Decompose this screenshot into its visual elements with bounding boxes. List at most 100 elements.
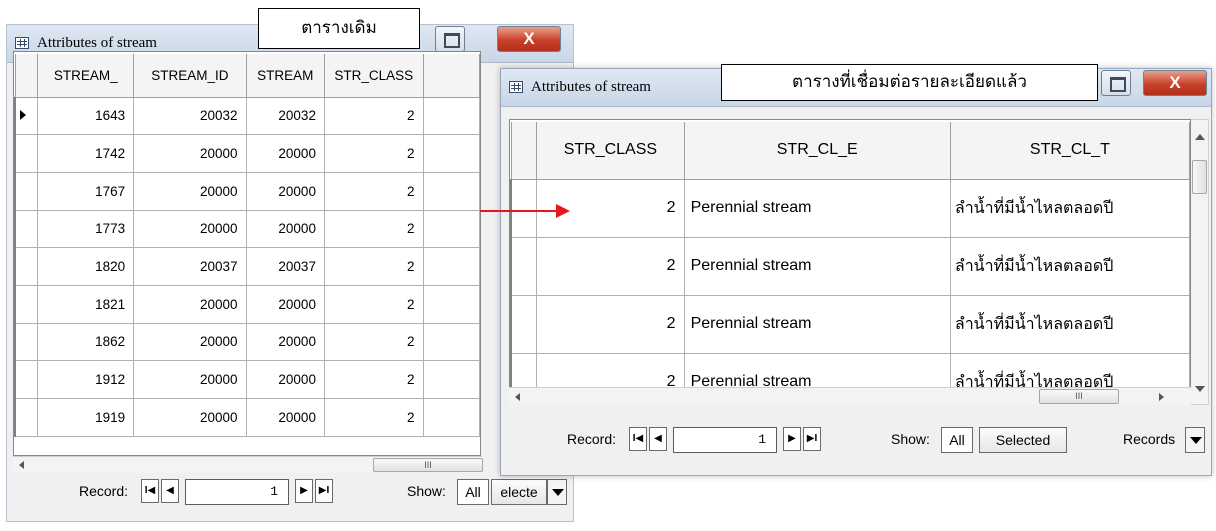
maximize-button[interactable] [1101, 70, 1131, 96]
table-cell[interactable]: 20000 [246, 360, 325, 399]
table-row[interactable]: 1643 20032 20032 2 [14, 97, 480, 136]
row-selector-header[interactable] [510, 120, 538, 180]
table-cell[interactable]: 1919 [37, 398, 135, 437]
table-cell-partial[interactable] [423, 210, 480, 249]
table-cell[interactable]: 2 [324, 210, 424, 249]
table-cell[interactable]: ลำน้ำที่มีน้ำไหลตลอดปี [950, 237, 1190, 296]
table-row[interactable]: 1862 20000 20000 2 [14, 323, 480, 362]
horizontal-scrollbar[interactable]: III [509, 387, 1191, 405]
row-selector-header[interactable] [14, 52, 39, 98]
show-selected-button[interactable]: Selected [979, 427, 1067, 453]
table-cell[interactable]: ลำน้ำที่มีน้ำไหลตลอดปี [950, 295, 1190, 354]
row-selector[interactable] [14, 134, 39, 173]
row-selector[interactable] [510, 237, 538, 296]
row-selector[interactable] [14, 323, 39, 362]
scroll-left-icon[interactable] [19, 461, 24, 469]
table-cell[interactable]: 20032 [133, 97, 247, 136]
table-cell-partial[interactable] [423, 323, 480, 362]
maximize-button[interactable] [435, 26, 465, 52]
row-selector[interactable] [14, 210, 39, 249]
scroll-down-icon[interactable] [1195, 386, 1205, 392]
column-header[interactable]: STREAM_ID [133, 52, 247, 98]
table-cell[interactable]: 2 [324, 134, 424, 173]
scroll-thumb[interactable] [1192, 160, 1207, 194]
joined-attribute-table[interactable]: STR_CLASS STR_CL_E STR_CL_T 2 Perennial s… [509, 119, 1191, 405]
column-header[interactable]: STR_CLASS [536, 120, 685, 180]
previous-record-button[interactable]: ◀ [649, 427, 667, 451]
column-header[interactable]: STR_CLASS [323, 52, 424, 98]
row-selector[interactable] [14, 360, 39, 399]
next-record-button[interactable]: ▶ [295, 479, 313, 503]
table-cell[interactable]: 2 [324, 360, 424, 399]
table-cell[interactable]: 20000 [133, 172, 247, 211]
scroll-right-icon[interactable] [1159, 393, 1164, 401]
table-cell[interactable]: 2 [324, 97, 424, 136]
row-selector[interactable] [14, 97, 39, 136]
table-cell[interactable]: 20000 [133, 398, 247, 437]
table-cell[interactable]: 2 [324, 398, 424, 437]
table-row[interactable]: 1773 20000 20000 2 [14, 210, 480, 249]
table-cell[interactable]: 1767 [37, 172, 135, 211]
first-record-button[interactable]: I◀ [141, 479, 159, 503]
next-record-button[interactable]: ▶ [783, 427, 801, 451]
table-cell[interactable]: 20000 [246, 398, 325, 437]
table-cell-partial[interactable] [423, 247, 480, 286]
show-selected-button[interactable]: electe [491, 479, 547, 505]
show-all-button[interactable]: All [941, 427, 973, 453]
show-all-button[interactable]: All [457, 479, 489, 505]
table-cell[interactable]: 20000 [246, 172, 325, 211]
vertical-scrollbar[interactable] [1191, 119, 1209, 405]
options-dropdown-button[interactable] [1185, 427, 1205, 453]
record-number-field[interactable]: 1 [673, 427, 777, 453]
attribute-table[interactable]: STREAM_ STREAM_ID STREAM STR_CLASS 1643 2… [13, 51, 481, 456]
table-cell[interactable]: 2 [324, 172, 424, 211]
horizontal-scrollbar[interactable]: III [13, 456, 483, 473]
table-cell[interactable]: 1742 [37, 134, 135, 173]
column-header-partial[interactable] [422, 52, 480, 98]
last-record-button[interactable]: ▶I [315, 479, 333, 503]
table-cell-partial[interactable] [423, 398, 480, 437]
table-cell[interactable]: 20000 [133, 134, 247, 173]
options-dropdown-button[interactable] [547, 479, 567, 505]
column-header[interactable]: STREAM [245, 52, 325, 98]
column-header[interactable]: STR_CL_E [683, 120, 951, 180]
table-cell[interactable]: 1912 [37, 360, 135, 399]
row-selector[interactable] [510, 179, 538, 238]
table-cell[interactable]: Perennial stream [684, 295, 951, 354]
table-row[interactable]: 1820 20037 20037 2 [14, 247, 480, 286]
table-cell[interactable]: Perennial stream [684, 179, 951, 238]
table-cell[interactable]: 20037 [133, 247, 247, 286]
table-cell[interactable]: 2 [324, 323, 424, 362]
table-cell[interactable]: 1820 [37, 247, 135, 286]
table-cell[interactable]: 1821 [37, 285, 135, 324]
table-cell-partial[interactable] [423, 134, 480, 173]
column-header[interactable]: STR_CL_T [949, 120, 1190, 180]
table-cell[interactable]: 20000 [246, 210, 325, 249]
table-row[interactable]: 1767 20000 20000 2 [14, 172, 480, 211]
table-cell-partial[interactable] [423, 285, 480, 324]
table-cell[interactable]: 1643 [37, 97, 135, 136]
table-cell[interactable]: 20000 [133, 210, 247, 249]
table-cell[interactable]: 2 [536, 295, 685, 354]
table-row[interactable]: 1821 20000 20000 2 [14, 285, 480, 324]
table-row[interactable]: 2 Perennial stream ลำน้ำที่มีน้ำไหลตลอดปี [510, 295, 1190, 354]
row-selector[interactable] [14, 172, 39, 211]
table-cell[interactable]: 20000 [133, 360, 247, 399]
table-cell[interactable]: 20037 [246, 247, 325, 286]
table-cell[interactable]: 2 [324, 285, 424, 324]
record-number-field[interactable]: 1 [185, 479, 289, 505]
scroll-up-icon[interactable] [1195, 134, 1205, 140]
scroll-thumb[interactable]: III [373, 458, 483, 472]
table-cell[interactable]: 2 [536, 237, 685, 296]
table-row[interactable]: 1742 20000 20000 2 [14, 134, 480, 173]
row-selector[interactable] [14, 285, 39, 324]
table-cell[interactable]: 2 [324, 247, 424, 286]
table-cell[interactable]: 20000 [246, 134, 325, 173]
scroll-thumb[interactable]: III [1039, 389, 1119, 404]
table-cell[interactable]: ลำน้ำที่มีน้ำไหลตลอดปี [950, 179, 1190, 238]
table-cell[interactable]: 20000 [246, 323, 325, 362]
table-cell[interactable]: 1862 [37, 323, 135, 362]
table-cell[interactable]: 2 [536, 179, 685, 238]
scroll-left-icon[interactable] [515, 393, 520, 401]
table-cell-partial[interactable] [423, 97, 480, 136]
